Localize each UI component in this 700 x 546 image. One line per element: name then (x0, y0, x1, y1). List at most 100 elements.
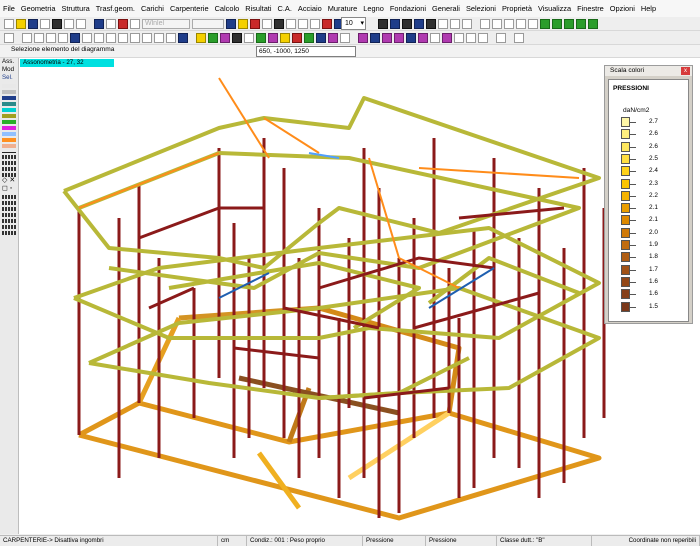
menu-generali[interactable]: Generali (432, 4, 460, 13)
layer3-icon[interactable] (402, 18, 412, 29)
new-file-icon[interactable] (4, 18, 14, 29)
sel-tab[interactable]: Sel. (0, 74, 18, 82)
color-swatch-green[interactable] (2, 120, 16, 124)
menu-fondazioni[interactable]: Fondazioni (390, 4, 426, 13)
color-scale-window[interactable]: Scala colori x PRESSIONI daN/cm2 2.7 2.6 2… (604, 65, 693, 324)
drawing-canvas[interactable]: Assonometria - 27, 32 (19, 58, 700, 534)
layer1-icon[interactable] (378, 18, 388, 29)
hatch-style-2[interactable] (2, 201, 16, 205)
extend-icon[interactable] (154, 32, 164, 43)
color-swatch-navy[interactable] (2, 96, 16, 100)
menu-legno[interactable]: Legno (363, 4, 384, 13)
mod-tab[interactable]: Mod (0, 66, 18, 74)
pattern-icon[interactable] (178, 32, 188, 43)
line-style-3[interactable] (2, 161, 16, 165)
layer8-icon[interactable] (462, 18, 472, 29)
column-section-icon[interactable] (370, 32, 380, 43)
menu-calcolo[interactable]: Calcolo (215, 4, 240, 13)
color-swatch-teal[interactable] (2, 102, 16, 106)
menu-acciaio[interactable]: Acciaio (298, 4, 322, 13)
printer-setup-icon[interactable] (52, 18, 62, 29)
flag-icon[interactable] (478, 32, 488, 43)
hatch-style-5[interactable] (2, 219, 16, 223)
magenta-tool-3-icon[interactable] (328, 32, 338, 43)
layer4-icon[interactable] (414, 18, 424, 29)
slash-icon[interactable] (58, 32, 68, 43)
menu-geometria[interactable]: Geometria (21, 4, 56, 13)
grid-lines-icon[interactable] (496, 32, 506, 43)
menu-file[interactable]: File (3, 4, 15, 13)
zoom-icon[interactable] (130, 18, 140, 29)
view-top-icon[interactable] (528, 18, 538, 29)
z-axis-icon[interactable] (46, 32, 56, 43)
line-style-1[interactable] (2, 152, 16, 153)
measure-icon[interactable] (298, 18, 308, 29)
spiral-icon[interactable] (454, 32, 464, 43)
zoom-level-combo[interactable]: 10 (341, 17, 366, 30)
menu-murature[interactable]: Murature (328, 4, 358, 13)
foundation-icon[interactable] (394, 32, 404, 43)
menu-opzioni[interactable]: Opzioni (610, 4, 635, 13)
slab-icon[interactable] (382, 32, 392, 43)
load-icon[interactable] (280, 32, 290, 43)
hatch-icon[interactable] (232, 32, 242, 43)
magenta-tool-icon[interactable] (220, 32, 230, 43)
color-swatch-lightblue[interactable] (2, 132, 16, 136)
pointer-icon[interactable] (226, 18, 236, 29)
link-icon[interactable] (466, 32, 476, 43)
color-swatch-gray[interactable] (2, 90, 16, 94)
color-swatch-white[interactable] (2, 84, 16, 88)
menu-selezioni[interactable]: Selezioni (466, 4, 496, 13)
menu-propriet[interactable]: Proprietà (502, 4, 532, 13)
split-icon[interactable] (106, 32, 116, 43)
ass-tab[interactable]: Ass. (0, 58, 18, 66)
close-icon[interactable]: x (681, 67, 690, 75)
curve-icon[interactable] (430, 32, 440, 43)
view-right-icon[interactable] (516, 18, 526, 29)
node-option-icon[interactable]: ◇ ✕ (0, 177, 18, 185)
wall-tool-icon[interactable] (340, 32, 350, 43)
iso-view-1-icon[interactable] (540, 18, 550, 29)
menu-risultati[interactable]: Risultati (245, 4, 271, 13)
redo-icon[interactable] (106, 18, 116, 29)
marker-icon[interactable] (250, 18, 260, 29)
color-swatch-orange[interactable] (2, 138, 16, 142)
magnet-icon[interactable] (262, 18, 272, 29)
menu-carichi[interactable]: Carichi (141, 4, 164, 13)
hatch-style-7[interactable] (2, 231, 16, 235)
hatch-style-6[interactable] (2, 225, 16, 229)
beam-section-icon[interactable] (358, 32, 368, 43)
pen-icon[interactable] (310, 18, 320, 29)
stair-icon[interactable] (418, 32, 428, 43)
menu-finestre[interactable]: Finestre (577, 4, 604, 13)
blue-tool-icon[interactable] (316, 32, 326, 43)
x-axis-icon[interactable] (22, 32, 32, 43)
color-swatch-olive[interactable] (2, 114, 16, 118)
color-swatch-cyan[interactable] (2, 108, 16, 112)
line-style-4[interactable] (2, 167, 16, 171)
line-style-2[interactable] (2, 155, 16, 159)
view-back-icon[interactable] (492, 18, 502, 29)
y-axis-icon[interactable] (34, 32, 44, 43)
open-folder-icon[interactable] (16, 18, 26, 29)
leaf-icon[interactable] (208, 32, 218, 43)
perpendicular-icon[interactable] (70, 32, 80, 43)
cut-icon[interactable] (118, 18, 128, 29)
highlight-icon[interactable] (238, 18, 248, 29)
trim-icon[interactable] (166, 32, 176, 43)
view-left-icon[interactable] (504, 18, 514, 29)
pile-icon[interactable] (406, 32, 416, 43)
layer5-icon[interactable] (426, 18, 436, 29)
view-front-icon[interactable] (480, 18, 490, 29)
grid-icon[interactable] (274, 18, 284, 29)
iso-view-4-icon[interactable] (576, 18, 586, 29)
line-tool-icon[interactable] (4, 32, 14, 43)
green-tool-icon[interactable] (256, 32, 266, 43)
color-swatch-magenta[interactable] (2, 126, 16, 130)
offset-icon[interactable] (142, 32, 152, 43)
structure-3d-model[interactable] (19, 58, 700, 534)
menu-visualizza[interactable]: Visualizza (538, 4, 571, 13)
preview-icon[interactable] (64, 18, 74, 29)
iso-view-2-icon[interactable] (552, 18, 562, 29)
menu-c-a[interactable]: C.A. (278, 4, 292, 13)
